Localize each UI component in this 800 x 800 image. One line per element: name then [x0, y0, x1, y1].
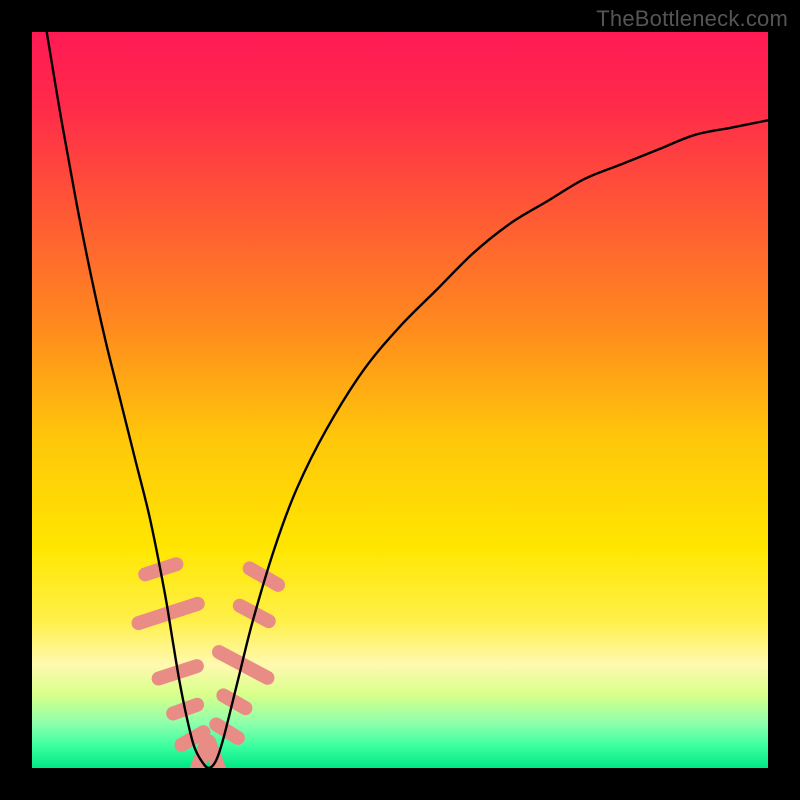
watermark-text: TheBottleneck.com — [596, 6, 788, 32]
chart-frame: TheBottleneck.com — [0, 0, 800, 800]
background-gradient — [32, 32, 768, 768]
plot-area — [32, 32, 768, 768]
